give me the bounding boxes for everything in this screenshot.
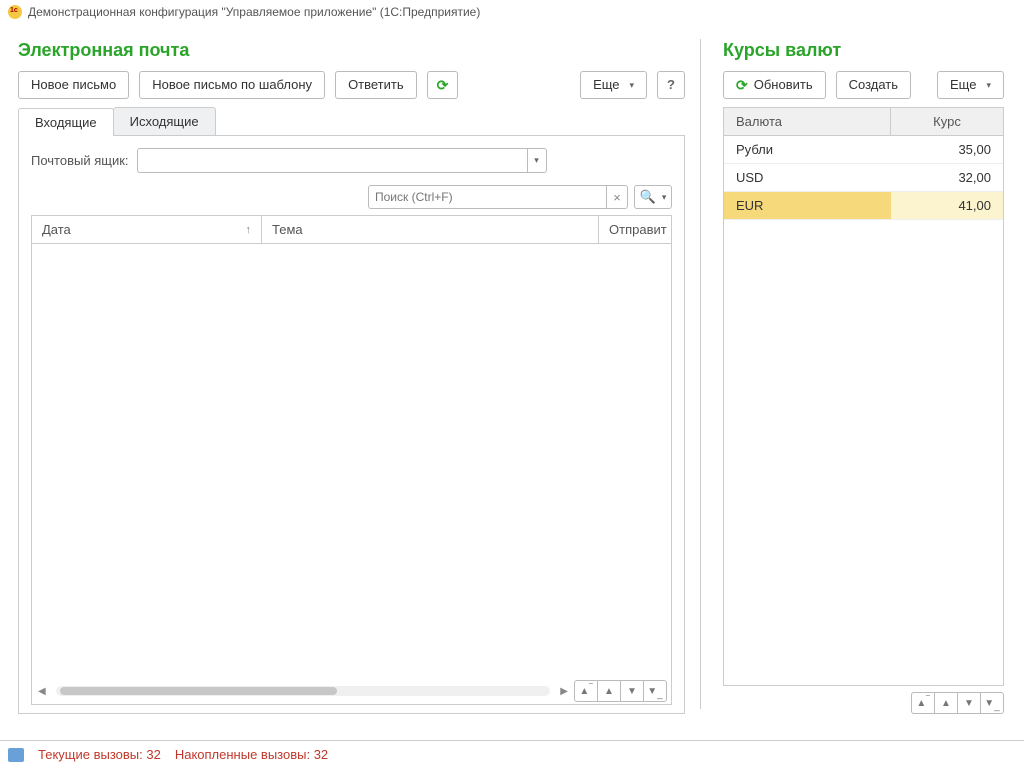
- sort-asc-icon: ↑: [246, 224, 252, 236]
- question-icon: ?: [667, 77, 675, 93]
- cell-currency: EUR: [724, 192, 891, 219]
- refresh-icon: ⟳: [437, 77, 449, 93]
- chevron-down-icon: ▾: [986, 77, 991, 93]
- col-subject[interactable]: Тема: [262, 216, 599, 243]
- cell-rate: 32,00: [891, 164, 1003, 191]
- col-date[interactable]: Дата ↑: [32, 216, 262, 243]
- rates-refresh-button[interactable]: ⟳Обновить: [723, 71, 826, 99]
- rates-grid-body[interactable]: Рубли35,00USD32,00EUR41,00: [724, 136, 1003, 685]
- cell-currency: Рубли: [724, 136, 891, 163]
- cell-rate: 35,00: [891, 136, 1003, 163]
- status-current: Текущие вызовы: 32: [38, 747, 161, 762]
- titlebar: Демонстрационная конфигурация "Управляем…: [0, 0, 1024, 24]
- chevron-down-icon: ▾: [662, 192, 667, 203]
- inbox-panel: Почтовый ящик: ▾ × 🔍 ▾: [18, 136, 685, 714]
- rates-pane: Курсы валют ⟳Обновить Создать Еще▾ Валют…: [701, 24, 1024, 724]
- tab-inbox[interactable]: Входящие: [18, 108, 114, 136]
- table-row[interactable]: USD32,00: [724, 164, 1003, 192]
- hscrollbar[interactable]: [56, 686, 551, 696]
- rates-toolbar: ⟳Обновить Создать Еще▾: [723, 71, 1004, 99]
- app-icon: [8, 5, 22, 19]
- chevron-down-icon: ▾: [630, 77, 635, 93]
- col-rate[interactable]: Курс: [891, 108, 1003, 135]
- table-row[interactable]: EUR41,00: [724, 192, 1003, 220]
- scroll-right-icon[interactable]: ▶: [558, 686, 570, 697]
- cell-rate: 41,00: [891, 192, 1003, 219]
- statusbar: Текущие вызовы: 32 Накопленные вызовы: 3…: [0, 740, 1024, 768]
- window-title: Демонстрационная конфигурация "Управляем…: [28, 5, 480, 19]
- email-toolbar: Новое письмо Новое письмо по шаблону Отв…: [18, 71, 685, 99]
- rates-title: Курсы валют: [723, 40, 1004, 61]
- col-sender[interactable]: Отправит: [599, 216, 671, 243]
- nav-last-button[interactable]: ▼_: [643, 680, 667, 702]
- search-button[interactable]: 🔍 ▾: [634, 185, 672, 209]
- table-row[interactable]: Рубли35,00: [724, 136, 1003, 164]
- scroll-left-icon[interactable]: ◀: [36, 686, 48, 697]
- nav-down-button[interactable]: ▼: [957, 692, 981, 714]
- refresh-button[interactable]: ⟳: [427, 71, 459, 99]
- email-title: Электронная почта: [18, 40, 685, 61]
- rates-create-button[interactable]: Создать: [836, 71, 911, 99]
- tab-outbox[interactable]: Исходящие: [113, 107, 216, 135]
- email-pane: Электронная почта Новое письмо Новое пис…: [0, 24, 700, 724]
- hscrollbar-thumb[interactable]: [60, 687, 337, 695]
- search-input[interactable]: [368, 185, 606, 209]
- chevron-down-icon: ▾: [534, 155, 539, 166]
- mailbox-input[interactable]: [137, 148, 527, 173]
- grid-body[interactable]: [32, 244, 671, 678]
- nav-up-button[interactable]: ▲: [597, 680, 621, 702]
- help-button[interactable]: ?: [657, 71, 685, 99]
- nav-last-button[interactable]: ▼_: [980, 692, 1004, 714]
- mailbox-combo[interactable]: ▾: [137, 148, 547, 173]
- refresh-icon: ⟳: [736, 77, 748, 93]
- email-tabs: Входящие Исходящие: [18, 107, 685, 136]
- search-icon: 🔍: [640, 189, 656, 205]
- close-icon: ×: [613, 190, 621, 205]
- more-button[interactable]: Еще▾: [580, 71, 647, 99]
- grid-header: Дата ↑ Тема Отправит: [32, 216, 671, 244]
- mailbox-label: Почтовый ящик:: [31, 153, 129, 168]
- nav-down-button[interactable]: ▼: [620, 680, 644, 702]
- col-currency[interactable]: Валюта: [724, 108, 891, 135]
- rates-grid-header: Валюта Курс: [724, 108, 1003, 136]
- nav-buttons: ▲‾ ▲ ▼ ▼_: [574, 680, 667, 702]
- cell-currency: USD: [724, 164, 891, 191]
- reply-button[interactable]: Ответить: [335, 71, 417, 99]
- status-accum: Накопленные вызовы: 32: [175, 747, 328, 762]
- nav-first-button[interactable]: ▲‾: [574, 680, 598, 702]
- search-clear-button[interactable]: ×: [606, 185, 628, 209]
- email-grid: Дата ↑ Тема Отправит: [31, 215, 672, 678]
- rates-more-button[interactable]: Еще▾: [937, 71, 1004, 99]
- new-mail-template-button[interactable]: Новое письмо по шаблону: [139, 71, 325, 99]
- grid-footer: ◀ ▶ ▲‾ ▲ ▼ ▼_: [31, 678, 672, 705]
- mailbox-dropdown-button[interactable]: ▾: [527, 148, 547, 173]
- nav-first-button[interactable]: ▲‾: [911, 692, 935, 714]
- rates-nav-buttons: ▲‾ ▲ ▼ ▼_: [911, 692, 1004, 714]
- new-mail-button[interactable]: Новое письмо: [18, 71, 129, 99]
- rates-grid: Валюта Курс Рубли35,00USD32,00EUR41,00: [723, 107, 1004, 686]
- search-box: ×: [368, 185, 628, 209]
- status-icon: [8, 748, 24, 762]
- nav-up-button[interactable]: ▲: [934, 692, 958, 714]
